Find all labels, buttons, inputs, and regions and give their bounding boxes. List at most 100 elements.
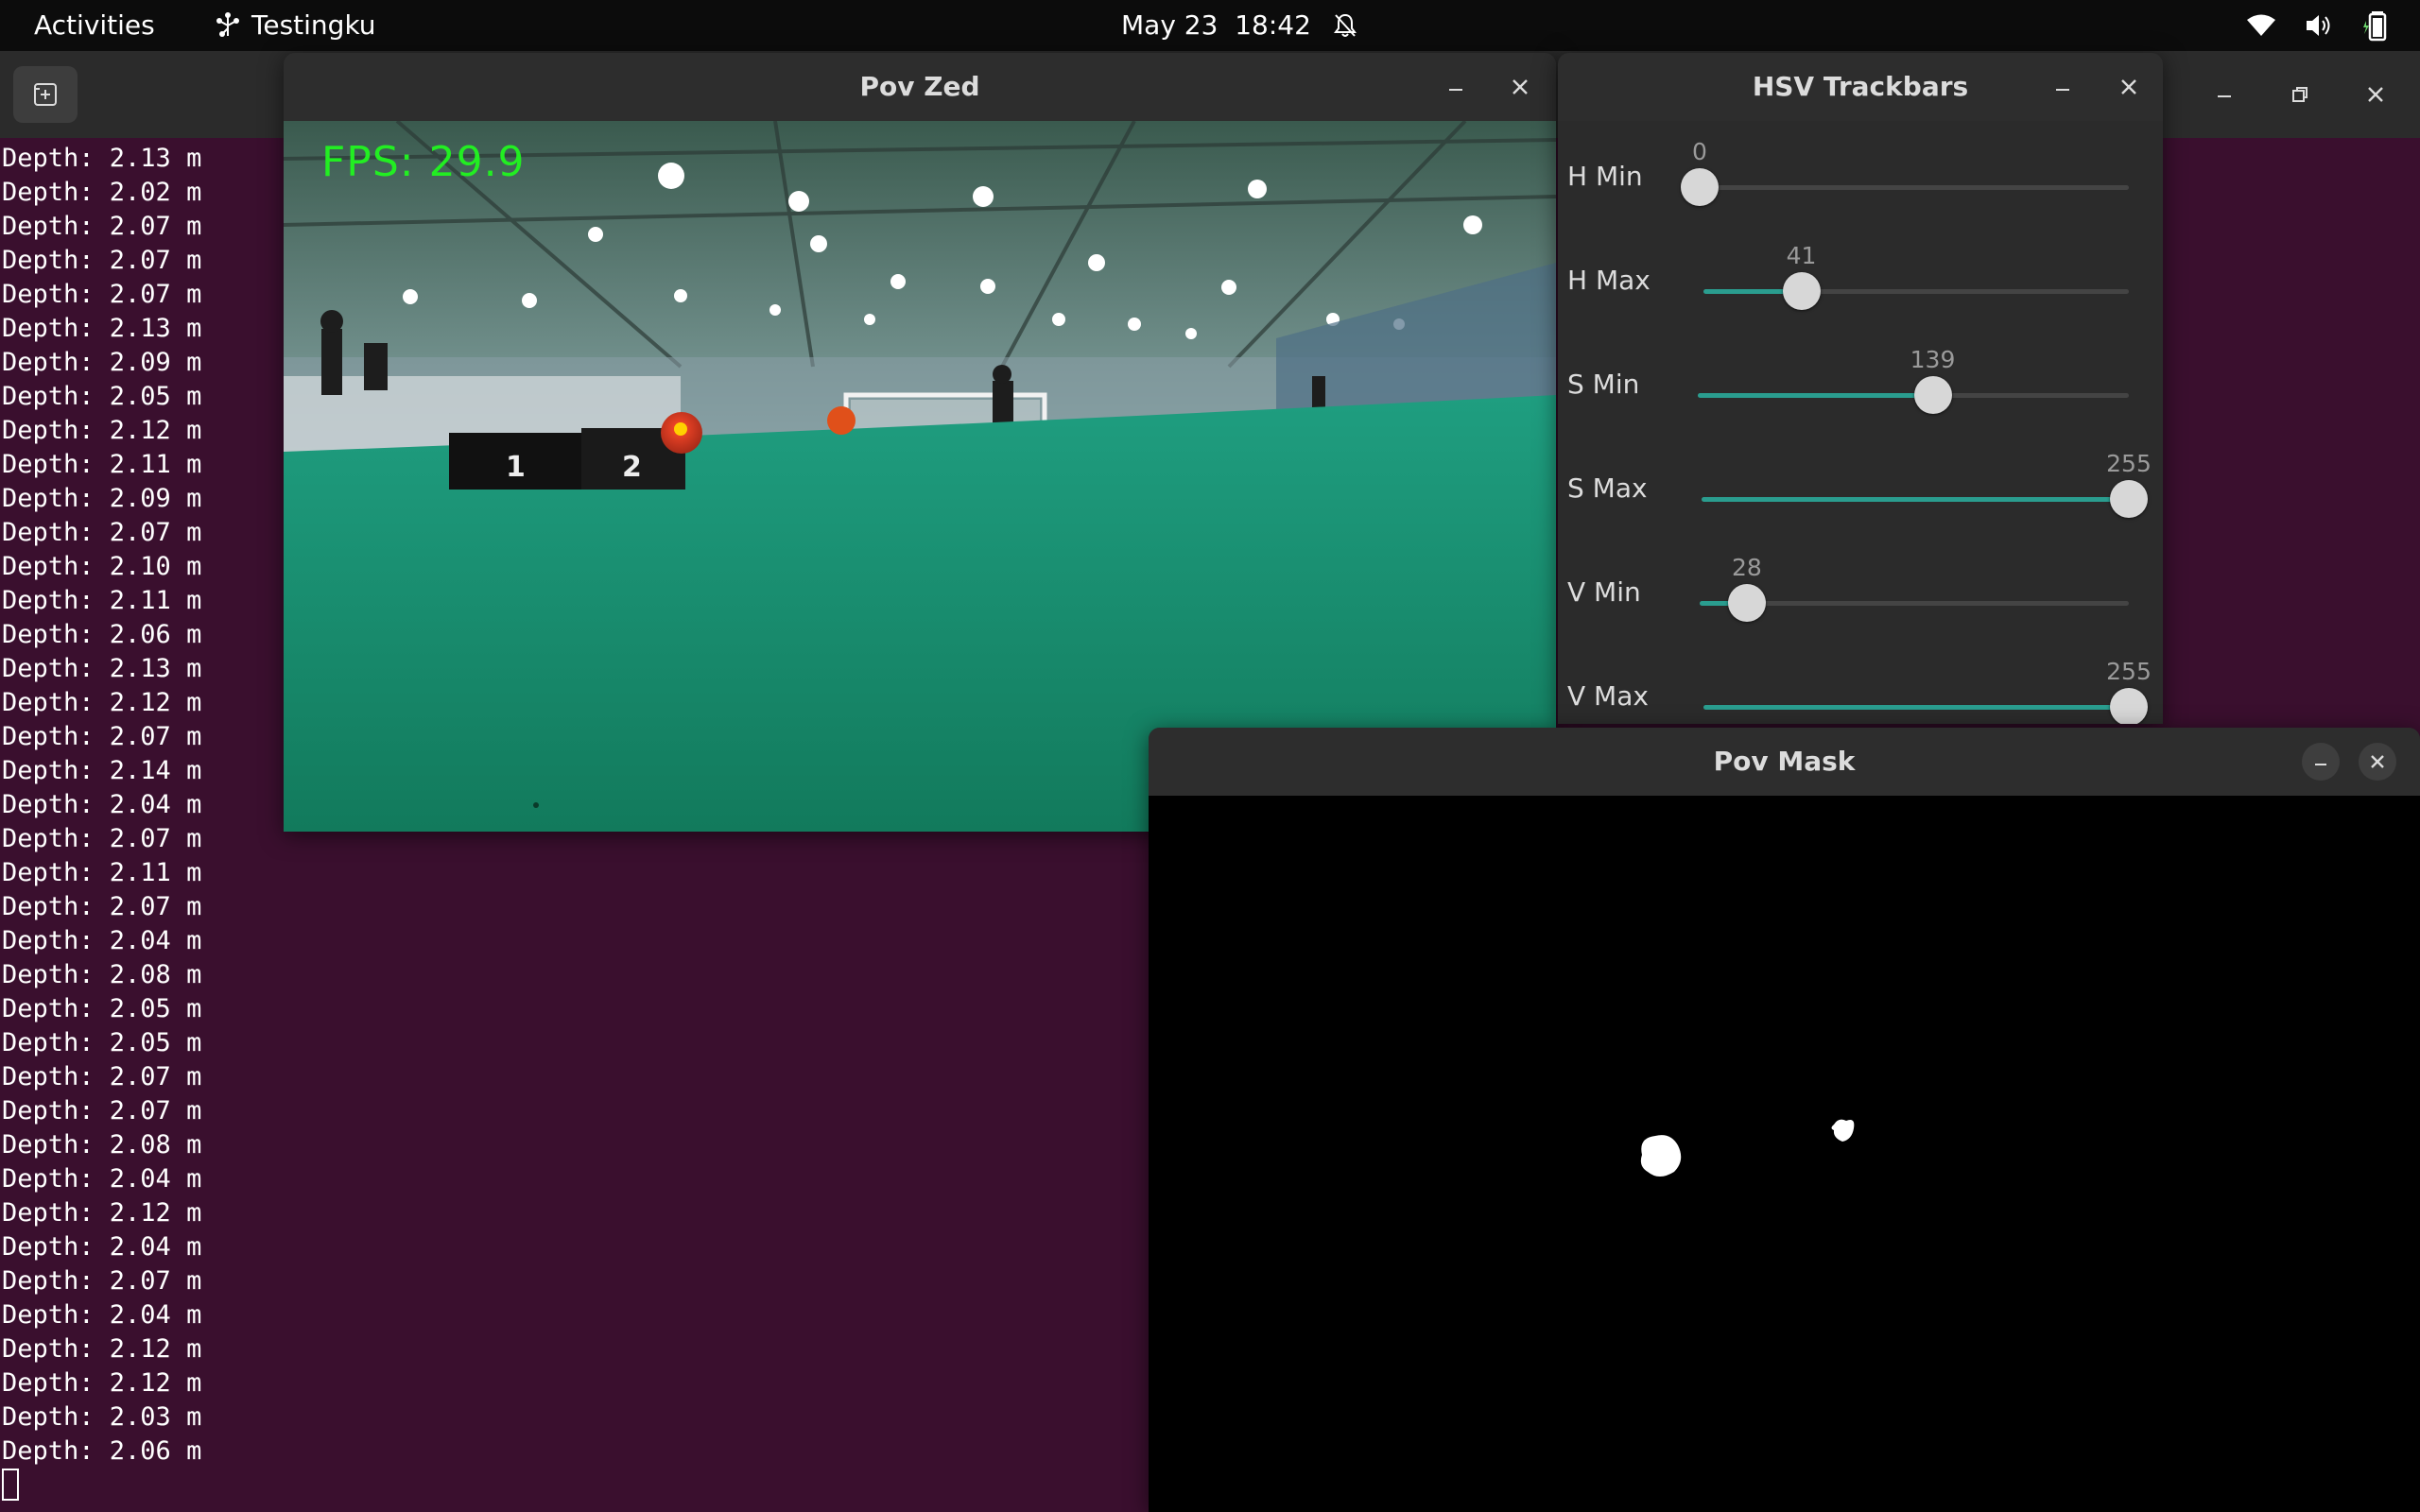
camera-feed: 1 2 FPS: 29.9 [284,121,1556,832]
terminal-line: Depth: 2.09 m [2,348,202,377]
terminal-line: Depth: 2.04 m [2,790,202,819]
terminal-line: Depth: 2.09 m [2,484,202,513]
terminal-line: Depth: 2.07 m [2,212,202,241]
clock[interactable]: May 23 18:42 [1121,0,1357,51]
terminal-lines: Depth: 2.13 m Depth: 2.02 m Depth: 2.07 m D… [2,142,201,1469]
slider-thumb[interactable] [1782,272,1821,310]
slider-thumb[interactable] [1727,584,1766,622]
terminal-line: Depth: 2.07 m [2,1096,202,1125]
terminal-line: Depth: 2.05 m [2,382,202,411]
terminal-minimize-button[interactable] [2191,51,2257,138]
slider-thumb[interactable] [2110,480,2148,518]
slider-track[interactable]: 41 [1703,242,2129,310]
slider-label: H Max [1567,265,1651,296]
terminal-line: Depth: 2.07 m [2,824,202,853]
terminal-line: Depth: 2.04 m [2,926,202,955]
slider-track[interactable]: 255 [1703,658,2152,724]
terminal-line: Depth: 2.07 m [2,892,202,921]
pov-zed-window: Pov Zed 1 2 FPS: 29.9 [284,53,1556,832]
slider-row-v-min: V Min 28 [1558,537,2163,641]
hsv-trackbars-window: HSV Trackbars H Min 0 H Max 41 S Min 139 S Max… [1558,53,2163,724]
close-icon [2368,87,2383,102]
terminal-line: Depth: 2.05 m [2,994,202,1023]
window-title: Pov Zed [859,71,980,102]
slider-track[interactable]: 28 [1700,554,2129,622]
slider-label: V Max [1567,680,1649,712]
minimize-button[interactable] [1437,68,1475,106]
slider-fill [1698,393,1933,398]
slider-row-s-min: S Min 139 [1558,329,2163,433]
terminal-line: Depth: 2.13 m [2,144,202,173]
terminal-line: Depth: 2.10 m [2,552,202,581]
box-label-2: 2 [622,451,642,484]
box-label-1: 1 [506,451,526,484]
terminal-line: Depth: 2.04 m [2,1164,202,1194]
terminal-line: Depth: 2.14 m [2,756,202,785]
terminal-line: Depth: 2.07 m [2,280,202,309]
slider-label: H Min [1567,161,1643,192]
terminal-line: Depth: 2.12 m [2,416,202,445]
terminal-line: Depth: 2.13 m [2,314,202,343]
terminal-line: Depth: 2.07 m [2,1062,202,1091]
terminal-line: Depth: 2.07 m [2,722,202,751]
terminal-line: Depth: 2.06 m [2,620,202,649]
terminal-line: Depth: 2.02 m [2,178,202,207]
terminal-line: Depth: 2.04 m [2,1232,202,1262]
terminal-line: Depth: 2.06 m [2,1436,202,1466]
slider-thumb[interactable] [1913,376,1952,414]
minimize-button[interactable] [2044,68,2082,106]
window-title: Pov Mask [1713,746,1856,777]
slider-fill [1702,497,2129,502]
slider-track[interactable]: 0 [1681,138,2129,206]
terminal-line: Depth: 2.07 m [2,1266,202,1296]
terminal-line: Depth: 2.12 m [2,1334,202,1364]
slider-thumb[interactable] [1681,168,1719,206]
app-icon [216,12,239,37]
close-button[interactable] [2110,68,2148,106]
pov-zed-titlebar[interactable]: Pov Zed [284,53,1556,121]
new-tab-button[interactable] [13,66,78,123]
trackbar-panel: H Min 0 H Max 41 S Min 139 S Max 255 V Min 28 V Ma… [1558,121,2163,724]
terminal-line: Depth: 2.07 m [2,246,202,275]
terminal-line: Depth: 2.12 m [2,1368,202,1398]
pov-mask-titlebar[interactable]: Pov Mask [1149,728,2420,796]
terminal-line: Depth: 2.11 m [2,450,202,479]
mask-blob-large [1640,1135,1682,1177]
terminal-close-button[interactable] [2342,51,2409,138]
new-tab-icon [34,83,57,106]
slider-thumb[interactable] [2110,688,2148,724]
minimize-icon [2315,764,2326,765]
terminal-line: Depth: 2.03 m [2,1402,202,1432]
close-button[interactable] [2359,743,2396,781]
terminal-line: Depth: 2.11 m [2,858,202,887]
system-status-area[interactable] [2246,0,2392,51]
slider-fill [1703,705,2129,710]
terminal-line: Depth: 2.12 m [2,688,202,717]
slider-track[interactable]: 139 [1698,346,2129,414]
slider-label: S Min [1567,369,1640,400]
activities-button[interactable]: Activities [34,0,155,51]
wifi-icon [2247,14,2275,36]
terminal-cursor [2,1469,19,1501]
minimize-button[interactable] [2302,743,2340,781]
fps-counter: FPS: 29.9 [321,138,526,186]
slider-value: 255 [2106,450,2152,477]
slider-track[interactable]: 255 [1702,450,2152,518]
app-name: Testingku [251,9,376,41]
terminal-line: Depth: 2.04 m [2,1300,202,1330]
mask-feed [1149,796,2420,1512]
camera-image: 1 2 [284,121,1556,832]
app-menu[interactable]: Testingku [214,0,376,51]
slider-value: 41 [1786,242,1817,269]
slider-row-s-max: S Max 255 [1558,433,2163,537]
terminal-line: Depth: 2.08 m [2,960,202,989]
slider-row-h-min: H Min 0 [1558,121,2163,225]
hsv-trackbars-titlebar[interactable]: HSV Trackbars [1558,53,2163,121]
terminal-maximize-button[interactable] [2267,51,2333,138]
battery-icon [2363,11,2387,42]
close-button[interactable] [1501,68,1539,106]
close-icon [2121,79,2136,94]
slider-value: 255 [2106,658,2152,685]
terminal-line: Depth: 2.11 m [2,586,202,615]
terminal-line: Depth: 2.08 m [2,1130,202,1160]
